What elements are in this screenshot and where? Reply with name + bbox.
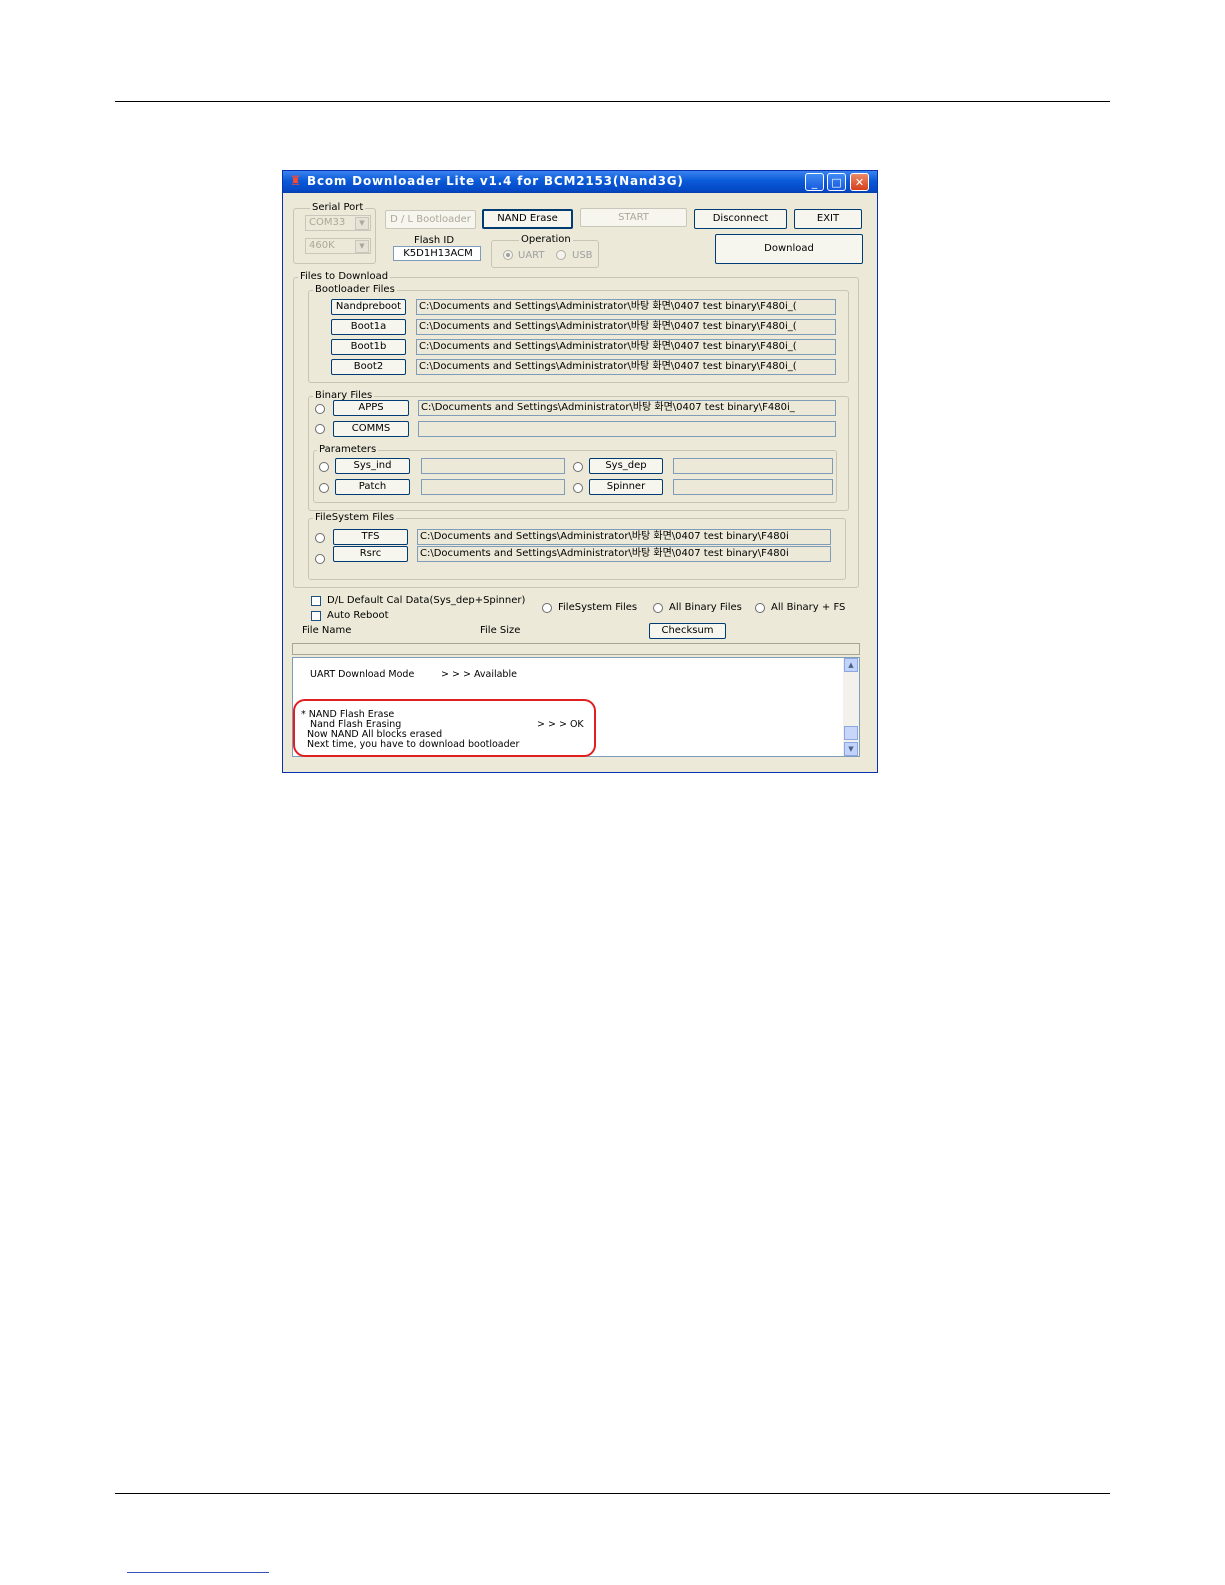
dl-bootloader-button[interactable]: D / L Bootloader [385,210,476,229]
rsrc-button[interactable]: Rsrc [333,546,408,562]
nand-erase-button[interactable]: NAND Erase [482,209,573,229]
scroll-down-icon[interactable]: ▼ [844,742,858,756]
uart-radio[interactable] [503,250,513,260]
boot1b-button[interactable]: Boot1b [331,339,406,355]
parameters-title: Parameters [317,444,379,456]
usb-label: USB [572,250,593,261]
app-window: ♜ Bcom Downloader Lite v1.4 for BCM2153(… [282,170,878,773]
comms-path[interactable] [418,421,836,437]
rsrc-radio[interactable] [315,554,325,564]
operation-title: Operation [519,234,573,246]
log-mode-label: UART Download Mode [310,669,415,680]
sys-ind-radio[interactable] [319,462,329,472]
sys-dep-button[interactable]: Sys_dep [589,458,663,474]
all-binary-fs-label: All Binary + FS [771,602,846,613]
boot2-button[interactable]: Boot2 [331,359,406,375]
apps-path[interactable]: C:\Documents and Settings\Administrator\… [418,400,836,416]
auto-reboot-label: Auto Reboot [327,610,389,621]
window-title: Bcom Downloader Lite v1.4 for BCM2153(Na… [307,174,684,188]
patch-path[interactable] [421,479,565,495]
scroll-thumb[interactable] [844,726,858,740]
flash-id-field: K5D1H13ACM [393,246,481,261]
com-port-value: COM33 [309,217,346,228]
comms-radio[interactable] [315,424,325,434]
chevron-down-icon[interactable]: ▼ [355,240,369,253]
dl-default-cal-checkbox[interactable] [311,596,321,606]
tfs-path[interactable]: C:\Documents and Settings\Administrator\… [417,529,831,545]
boot2-path[interactable]: C:\Documents and Settings\Administrator\… [416,359,836,375]
sys-ind-path[interactable] [421,458,565,474]
all-binary-files-label: All Binary Files [669,602,742,613]
baud-rate-value: 460K [309,240,335,251]
nandpreboot-path[interactable]: C:\Documents and Settings\Administrator\… [416,299,836,315]
page-header-rule [115,101,1110,102]
auto-reboot-checkbox[interactable] [311,611,321,621]
file-size-label: File Size [480,625,521,636]
dl-default-cal-label: D/L Default Cal Data(Sys_dep+Spinner) [327,595,526,606]
scroll-up-icon[interactable]: ▲ [844,658,858,672]
progress-bar [292,643,860,655]
nandpreboot-button[interactable]: Nandpreboot [331,299,406,315]
patch-button[interactable]: Patch [335,479,410,495]
all-binary-files-radio[interactable] [653,603,663,613]
sys-dep-path[interactable] [673,458,833,474]
page-footer-rule [115,1493,1110,1494]
title-bar[interactable]: ♜ Bcom Downloader Lite v1.4 for BCM2153(… [283,171,877,193]
file-name-label: File Name [302,625,352,636]
exit-button[interactable]: EXIT [794,209,862,229]
all-binary-fs-radio[interactable] [755,603,765,613]
uart-label: UART [518,250,545,261]
filesystem-files-title: FileSystem Files [313,512,397,524]
minimize-button[interactable]: _ [805,173,824,191]
log-scrollbar[interactable]: ▲ ▼ [843,658,859,756]
filesystem-files-radio[interactable] [542,603,552,613]
page-footer-underline [127,1572,269,1573]
download-button[interactable]: Download [715,234,863,264]
rsrc-path[interactable]: C:\Documents and Settings\Administrator\… [417,546,831,562]
app-icon: ♜ [289,174,302,189]
start-button[interactable]: START [580,208,687,227]
spinner-radio[interactable] [573,483,583,493]
files-to-download-title: Files to Download [298,271,391,283]
patch-radio[interactable] [319,483,329,493]
close-button[interactable]: ✕ [850,173,869,191]
red-highlight-annotation [293,699,596,757]
sys-ind-button[interactable]: Sys_ind [335,458,410,474]
tfs-radio[interactable] [315,533,325,543]
spinner-path[interactable] [673,479,833,495]
boot1a-button[interactable]: Boot1a [331,319,406,335]
checksum-button[interactable]: Checksum [649,623,726,639]
serial-port-title: Serial Port [310,202,366,214]
comms-button[interactable]: COMMS [333,421,409,437]
baud-rate-select[interactable]: 460K ▼ [305,238,371,254]
boot1b-path[interactable]: C:\Documents and Settings\Administrator\… [416,339,836,355]
apps-radio[interactable] [315,404,325,414]
bootloader-files-title: Bootloader Files [313,284,397,296]
disconnect-button[interactable]: Disconnect [694,209,787,229]
filesystem-files-option-label: FileSystem Files [558,602,638,613]
tfs-button[interactable]: TFS [333,529,408,545]
log-mode-status: > > > Available [441,669,517,680]
apps-button[interactable]: APPS [333,400,409,416]
boot1a-path[interactable]: C:\Documents and Settings\Administrator\… [416,319,836,335]
chevron-down-icon[interactable]: ▼ [355,217,369,230]
maximize-button[interactable]: □ [827,173,846,191]
sys-dep-radio[interactable] [573,462,583,472]
spinner-button[interactable]: Spinner [589,479,663,495]
usb-radio[interactable] [556,250,566,260]
com-port-select[interactable]: COM33 ▼ [305,215,371,231]
